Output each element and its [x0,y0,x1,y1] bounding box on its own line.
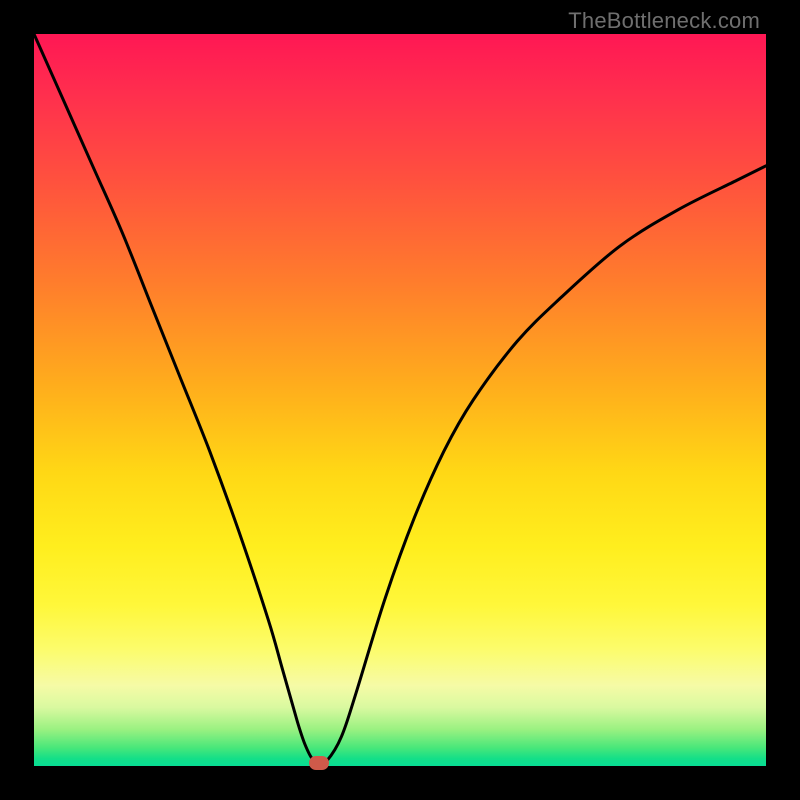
curve-svg [34,34,766,766]
chart-frame: TheBottleneck.com [0,0,800,800]
bottleneck-curve [34,34,766,763]
plot-area [34,34,766,766]
optimal-marker [309,756,329,770]
watermark-text: TheBottleneck.com [568,8,760,34]
